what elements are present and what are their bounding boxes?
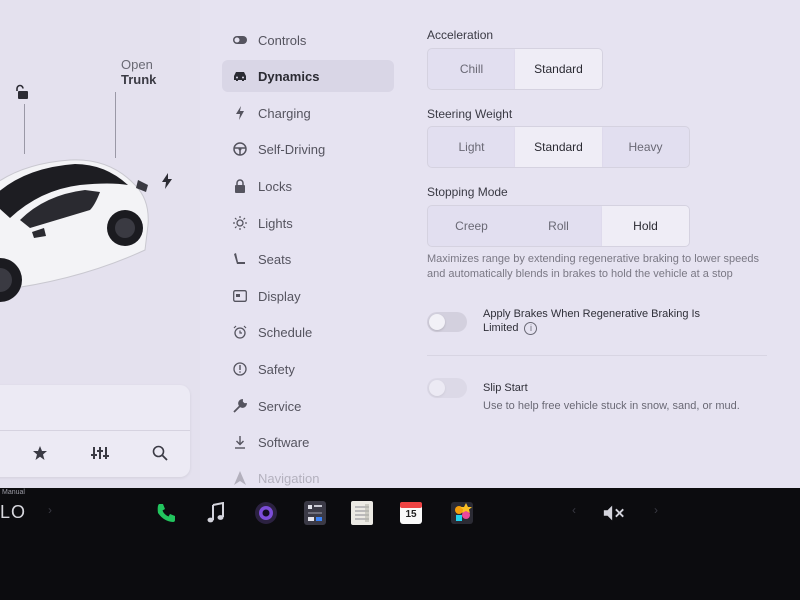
menu-item-service[interactable]: Service (222, 390, 394, 422)
menu-item-display[interactable]: Display (222, 280, 394, 312)
info-circle-icon (232, 361, 248, 377)
vehicle-screen: Open Trunk Controls Dynamics Charging Se… (0, 0, 800, 488)
steering-weight-selector[interactable]: Light Standard Heavy (427, 126, 690, 168)
lock-icon (232, 178, 248, 194)
car-icon (232, 68, 248, 84)
navigation-icon (232, 470, 248, 486)
steering-option-light[interactable]: Light (428, 127, 515, 167)
menu-item-label: Display (258, 288, 301, 304)
favorite-star-icon[interactable] (28, 441, 52, 465)
chevron-left-icon[interactable]: ‹ (572, 503, 576, 517)
menu-item-controls[interactable]: Controls (222, 24, 394, 56)
steering-wheel-icon (232, 141, 248, 157)
menu-item-schedule[interactable]: Schedule (222, 316, 394, 348)
menu-item-label: Software (258, 434, 310, 450)
open-trunk-button[interactable]: Open Trunk (121, 57, 156, 87)
menu-item-label: Controls (258, 32, 307, 48)
menu-item-dynamics[interactable]: Dynamics (222, 60, 394, 92)
acceleration-selector[interactable]: Chill Standard (427, 48, 603, 90)
seat-icon (232, 251, 248, 267)
menu-item-label: Lights (258, 215, 293, 231)
unlock-icon[interactable] (15, 84, 31, 100)
climate-mode-label: Manual (2, 489, 25, 496)
apply-brakes-toggle[interactable] (427, 312, 467, 332)
camera-icon[interactable] (254, 500, 278, 526)
stopping-option-creep[interactable]: Creep (428, 206, 515, 246)
download-icon (232, 434, 248, 450)
stopping-mode-selector[interactable]: Creep Roll Hold (427, 205, 690, 247)
menu-item-label: Dynamics (258, 68, 320, 84)
toggle-knob (429, 380, 445, 396)
stopping-mode-description: Maximizes range by extending regenerativ… (427, 253, 760, 280)
menu-item-navigation[interactable]: Navigation (222, 462, 394, 488)
bottom-dock: Manual LO › 15 ‹ › (0, 488, 800, 600)
wrench-icon (232, 398, 248, 414)
steering-weight-title: Steering Weight (427, 107, 513, 121)
notes-icon[interactable] (350, 500, 374, 526)
toybox-icon[interactable] (450, 500, 474, 526)
trunk-label-top: Open (121, 57, 153, 72)
acceleration-option-chill[interactable]: Chill (428, 49, 515, 89)
menu-item-label: Charging (258, 105, 311, 121)
search-icon[interactable] (148, 441, 172, 465)
info-icon[interactable]: i (524, 321, 538, 335)
slip-start-subtitle: Use to help free vehicle stuck in snow, … (483, 400, 740, 412)
media-player-card[interactable] (0, 385, 190, 477)
equalizer-icon[interactable] (88, 441, 112, 465)
acceleration-option-standard[interactable]: Standard (515, 49, 602, 89)
steering-option-heavy[interactable]: Heavy (602, 127, 689, 167)
trunk-label-bottom: Trunk (121, 72, 157, 87)
chevron-right-icon[interactable]: › (654, 503, 658, 517)
calendar-icon[interactable]: 15 (399, 500, 423, 526)
sun-icon (232, 215, 248, 231)
charge-port-icon[interactable] (160, 173, 174, 189)
menu-item-label: Self-Driving (258, 141, 326, 157)
menu-item-label: Navigation (258, 470, 320, 486)
settings-menu: Controls Dynamics Charging Self-Driving (210, 0, 410, 488)
chevron-right-icon[interactable]: › (48, 503, 52, 517)
menu-item-label: Seats (258, 251, 292, 267)
steering-option-standard[interactable]: Standard (515, 127, 602, 167)
menu-item-label: Safety (258, 361, 295, 377)
bolt-icon (232, 105, 248, 121)
toggle-icon (232, 32, 248, 48)
slip-start-title: Slip Start (483, 382, 528, 394)
car-image (0, 159, 149, 302)
menu-item-label: Service (258, 398, 302, 414)
controls-app-icon[interactable] (303, 500, 327, 526)
slip-start-toggle[interactable] (427, 378, 467, 398)
vehicle-status-panel: Open Trunk (0, 0, 200, 488)
dynamics-settings: Acceleration Chill Standard Steering Wei… (427, 0, 800, 488)
stopping-option-roll[interactable]: Roll (515, 206, 602, 246)
menu-item-self-driving[interactable]: Self-Driving (222, 133, 394, 165)
calendar-day: 15 (405, 509, 417, 520)
menu-item-seats[interactable]: Seats (222, 243, 394, 275)
phone-icon[interactable] (154, 500, 178, 526)
apply-brakes-text: Apply Brakes When Regenerative Braking I… (483, 308, 701, 334)
media-divider (0, 430, 190, 431)
stopping-mode-title: Stopping Mode (427, 185, 508, 199)
display-icon (232, 288, 248, 304)
divider (427, 355, 767, 356)
music-note-icon[interactable] (204, 500, 228, 526)
climate-temperature[interactable]: LO (0, 502, 26, 523)
menu-item-locks[interactable]: Locks (222, 170, 394, 202)
menu-item-charging[interactable]: Charging (222, 97, 394, 129)
menu-item-lights[interactable]: Lights (222, 207, 394, 239)
volume-muted-icon[interactable] (602, 500, 626, 526)
stopping-option-hold[interactable]: Hold (602, 206, 689, 246)
toggle-knob (429, 314, 445, 330)
menu-item-label: Locks (258, 178, 292, 194)
apply-brakes-label: Apply Brakes When Regenerative Braking I… (483, 307, 733, 335)
acceleration-title: Acceleration (427, 28, 494, 42)
alarm-clock-icon (232, 324, 248, 340)
menu-item-safety[interactable]: Safety (222, 353, 394, 385)
menu-item-label: Schedule (258, 324, 313, 340)
menu-item-software[interactable]: Software (222, 426, 394, 458)
